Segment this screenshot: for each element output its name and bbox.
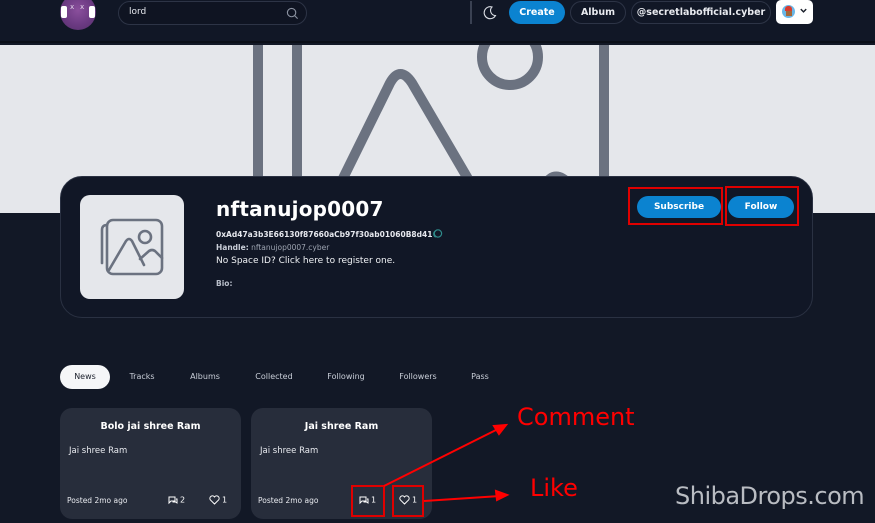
site-logo[interactable]: x x bbox=[60, 0, 96, 30]
moon-icon[interactable] bbox=[483, 5, 497, 20]
comment-button[interactable]: 2 bbox=[168, 495, 185, 507]
headphone-left-icon bbox=[61, 6, 67, 18]
account-avatar bbox=[782, 5, 795, 18]
headphone-right-icon bbox=[89, 6, 95, 18]
post-body: Jai shree Ram bbox=[69, 446, 128, 456]
album-button[interactable]: Album bbox=[570, 1, 626, 24]
search-value[interactable]: lord bbox=[129, 7, 146, 17]
logo-eye-icon: x bbox=[80, 3, 85, 11]
chevron-down-icon bbox=[800, 8, 807, 13]
post-card[interactable]: Bolo jai shree Ram Jai shree Ram Posted … bbox=[60, 408, 241, 519]
search-icon[interactable] bbox=[286, 7, 299, 20]
create-button[interactable]: Create bbox=[509, 1, 565, 24]
image-placeholder-icon bbox=[100, 218, 164, 276]
user-handle-button[interactable]: @secretlabofficial.cyber bbox=[631, 1, 771, 24]
tab-following[interactable]: Following bbox=[321, 365, 371, 389]
watermark: ShibaDrops.com bbox=[675, 482, 865, 510]
like-arrow-head bbox=[494, 489, 510, 502]
highlight-subscribe bbox=[628, 187, 723, 225]
like-button[interactable]: 1 bbox=[209, 495, 227, 507]
highlight-like bbox=[392, 485, 424, 517]
highlight-follow bbox=[725, 186, 799, 226]
tab-pass[interactable]: Pass bbox=[465, 365, 495, 389]
profile-name: nftanujop0007 bbox=[216, 197, 384, 221]
handle-value: nftanujop0007.cyber bbox=[251, 243, 330, 252]
tab-news[interactable]: News bbox=[60, 365, 110, 389]
tab-tracks[interactable]: Tracks bbox=[122, 365, 162, 389]
profile-avatar bbox=[80, 195, 184, 299]
handle-label: Handle: bbox=[216, 243, 249, 252]
tab-followers[interactable]: Followers bbox=[393, 365, 443, 389]
logo-eye-icon: x bbox=[70, 3, 75, 11]
tab-collected[interactable]: Collected bbox=[248, 365, 300, 389]
wallet-address: 0xAd47a3b3E66130f87660aCb97f30ab01060B8d… bbox=[216, 230, 433, 239]
post-title: Bolo jai shree Ram bbox=[100, 421, 201, 432]
nav-divider bbox=[470, 1, 472, 24]
post-title: Jai shree Ram bbox=[304, 421, 379, 432]
comment-annotation: Comment bbox=[517, 403, 635, 431]
space-id-register-link[interactable]: No Space ID? Click here to register one. bbox=[216, 256, 395, 266]
comment-arrow-head bbox=[492, 423, 509, 436]
account-menu-button[interactable] bbox=[776, 0, 813, 24]
bio-label: Bio: bbox=[216, 279, 233, 288]
like-annotation: Like bbox=[530, 474, 578, 502]
post-timestamp: Posted 2mo ago bbox=[258, 496, 319, 505]
search-input[interactable]: lord bbox=[118, 1, 307, 25]
highlight-comment bbox=[351, 485, 385, 517]
copy-icon[interactable] bbox=[432, 228, 443, 239]
like-arrow-line bbox=[423, 495, 501, 502]
heart-icon bbox=[209, 495, 220, 505]
top-navbar: x x lord Create Album @secretlabofficial… bbox=[0, 0, 875, 43]
post-body: Jai shree Ram bbox=[260, 446, 319, 456]
comment-icon bbox=[168, 496, 178, 505]
profile-handle: Handle: nftanujop0007.cyber bbox=[216, 243, 329, 252]
comment-count: 2 bbox=[180, 495, 186, 505]
post-timestamp: Posted 2mo ago bbox=[67, 496, 128, 505]
tab-albums[interactable]: Albums bbox=[184, 365, 226, 389]
like-count: 1 bbox=[222, 495, 228, 505]
